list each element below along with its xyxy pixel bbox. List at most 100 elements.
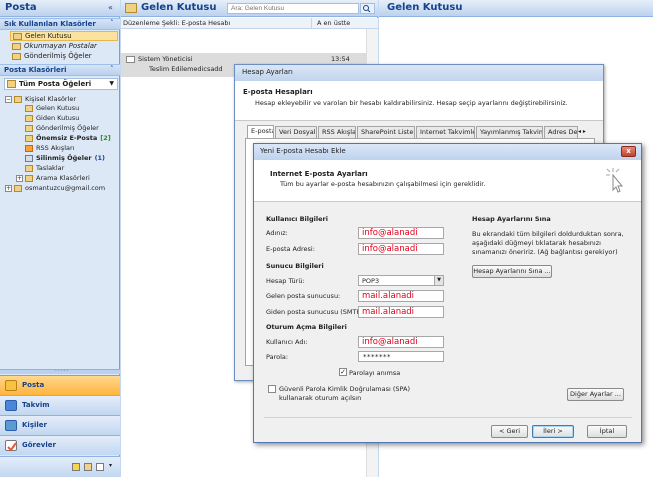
- tab-published-calendars[interactable]: Yayımlanmış Takvimler: [476, 126, 543, 138]
- tab-internet-calendars[interactable]: Internet Takvimleri: [416, 126, 475, 138]
- favorites-header-label: Sık Kullanılan Klasörler: [4, 20, 96, 28]
- chevron-up-icon[interactable]: ˄: [110, 19, 114, 27]
- tasks-icon: [5, 440, 17, 452]
- account-settings-header: E-posta Hesapları Hesap ekleyebilir ve v…: [235, 81, 603, 121]
- outgoing-server-field[interactable]: mail.alanadi: [358, 306, 444, 318]
- tab-data-files[interactable]: Veri Dosyaları: [275, 126, 317, 138]
- configure-buttons-icon[interactable]: ▾: [109, 462, 112, 469]
- section-description: Tüm bu ayarlar e-posta hesabınızın çalış…: [280, 180, 486, 188]
- favorite-label: Gelen Kutusu: [25, 32, 72, 40]
- tree-label: Arama Klasörleri: [36, 174, 90, 182]
- section-heading: Internet E-posta Ayarları: [270, 170, 368, 178]
- account-settings-titlebar[interactable]: Hesap Ayarları: [235, 65, 603, 81]
- mail-folders-header-label: Posta Klasörleri: [4, 66, 67, 74]
- mail-folders-header[interactable]: Posta Klasörleri ˄: [0, 64, 120, 76]
- tree-label: Giden Kutusu: [36, 114, 80, 122]
- tree-label: Silinmiş Öğeler (1): [36, 154, 106, 162]
- test-account-settings-button[interactable]: Hesap Ayarlarını Sına ...: [472, 265, 552, 278]
- tab-rss-feeds[interactable]: RSS Akışları: [318, 126, 356, 138]
- expand-icon[interactable]: +: [16, 175, 23, 182]
- dialog-header: Internet E-posta Ayarları Tüm bu ayarlar…: [254, 160, 641, 202]
- more-settings-button[interactable]: Diğer Ayarlar ...: [567, 388, 624, 401]
- mail-items-icon: [7, 80, 16, 88]
- mail-icon: [5, 380, 17, 391]
- search-icon: [363, 5, 371, 13]
- user-info-heading: Kullanıcı Bilgileri: [266, 215, 328, 223]
- favorite-label: Gönderilmiş Öğeler: [24, 52, 92, 60]
- incoming-server-field[interactable]: mail.alanadi: [358, 290, 444, 302]
- personal-folders-icon: [14, 96, 22, 103]
- collapse-icon[interactable]: −: [5, 96, 12, 103]
- favorite-item-unread[interactable]: Okunmayan Postalar: [10, 42, 118, 52]
- notes-icon[interactable]: [72, 463, 80, 471]
- message-subject: Teslim Edilemedicsadd: [149, 65, 223, 73]
- test-settings-heading: Hesap Ayarlarını Sına: [472, 215, 551, 223]
- chevron-up-icon[interactable]: ˄: [110, 65, 114, 73]
- cancel-button[interactable]: İptal: [587, 425, 627, 438]
- favorites-header[interactable]: Sık Kullanılan Klasörler ˄: [0, 18, 120, 30]
- password-field[interactable]: *******: [358, 351, 444, 362]
- nav-splitter[interactable]: ·····: [0, 368, 120, 375]
- email-field[interactable]: info@alanadi: [358, 243, 444, 255]
- tab-email[interactable]: E-posta: [247, 125, 274, 138]
- tree-item-rss[interactable]: RSS Akışları: [25, 144, 117, 153]
- nav-button-mail[interactable]: Posta: [0, 375, 120, 395]
- divider: [264, 417, 632, 418]
- tree-item-search-folders[interactable]: + Arama Klasörleri: [16, 174, 117, 183]
- dialog-titlebar[interactable]: Yeni E-posta Hesabı Ekle x: [254, 144, 641, 160]
- password-label: Parola:: [266, 353, 289, 361]
- nav-button-label: Takvim: [22, 401, 50, 409]
- deleted-items-icon: [25, 155, 33, 162]
- tab-address-books[interactable]: Adres De: [544, 126, 578, 138]
- expand-icon[interactable]: +: [5, 185, 12, 192]
- tree-item-junk[interactable]: Önemsiz E-Posta [2]: [25, 134, 117, 143]
- tab-scroll-arrows[interactable]: ◂ ▸: [578, 128, 586, 135]
- tree-item-account[interactable]: + osmantuzcu@gmail.com: [5, 184, 114, 193]
- account-type-select[interactable]: POP3 ▼: [358, 275, 444, 286]
- arrange-bar[interactable]: Düzenleme Şekli: E-posta Hesabı A en üst…: [121, 18, 378, 29]
- tree-item-inbox[interactable]: Gelen Kutusu: [25, 104, 117, 113]
- spa-label: Güvenli Parola Kimlik Doğrulaması (SPA) …: [279, 385, 411, 402]
- inbox-icon: [25, 105, 33, 112]
- collapse-nav-button[interactable]: «: [108, 3, 113, 12]
- sort-order-label[interactable]: A en üstte: [317, 19, 350, 27]
- section-description: Hesap ekleyebilir ve varolan bir hesabı …: [255, 99, 568, 107]
- tree-item-personal-folders[interactable]: − Kişisel Klasörler: [5, 95, 114, 104]
- outgoing-server-label: Giden posta sunucusu (SMTP):: [266, 308, 366, 316]
- nav-button-contacts[interactable]: Kişiler: [0, 415, 120, 435]
- search-button[interactable]: [360, 3, 375, 14]
- dropdown-arrow-icon[interactable]: ▼: [109, 80, 114, 87]
- nav-button-calendar[interactable]: Takvim: [0, 395, 120, 415]
- name-field[interactable]: info@alanadi: [358, 227, 444, 239]
- spa-checkbox[interactable]: [268, 385, 276, 393]
- close-button[interactable]: x: [621, 146, 636, 157]
- username-field[interactable]: info@alanadi: [358, 336, 444, 348]
- tree-item-drafts[interactable]: Taslaklar: [25, 164, 117, 173]
- nav-button-tasks[interactable]: Görevler: [0, 435, 120, 455]
- dialog-title: Yeni E-posta Hesabı Ekle: [260, 147, 346, 155]
- tree-item-sent[interactable]: Gönderilmiş Öğeler: [25, 124, 117, 133]
- remember-password-checkbox[interactable]: ✓: [339, 368, 347, 376]
- reading-title: Gelen Kutusu: [387, 2, 463, 13]
- remember-password-label: Parolayı anımsa: [349, 369, 401, 377]
- cursor-click-icon: [602, 166, 628, 194]
- search-input[interactable]: [227, 3, 359, 14]
- envelope-icon: [126, 56, 135, 63]
- tree-item-outbox[interactable]: Giden Kutusu: [25, 114, 117, 123]
- all-mail-items-dropdown[interactable]: Tüm Posta Öğeleri ▼: [4, 78, 118, 90]
- arrange-by-label[interactable]: Düzenleme Şekli: E-posta Hesabı: [123, 19, 230, 27]
- folder-list-icon[interactable]: [84, 463, 92, 471]
- server-info-heading: Sunucu Bilgileri: [266, 262, 324, 270]
- deleted-count: (1): [94, 154, 106, 162]
- shortcuts-icon[interactable]: [96, 463, 104, 471]
- dropdown-arrow-icon[interactable]: ▼: [434, 276, 443, 285]
- tab-sharepoint-lists[interactable]: SharePoint Listeleri: [357, 126, 415, 138]
- drafts-icon: [25, 165, 33, 172]
- favorite-item-sent[interactable]: Gönderilmiş Öğeler: [10, 52, 118, 62]
- tree-item-deleted[interactable]: Silinmiş Öğeler (1): [25, 154, 117, 163]
- back-button[interactable]: < Geri: [491, 425, 528, 438]
- account-settings-tabs: E-posta Veri Dosyaları RSS Akışları Shar…: [245, 125, 595, 138]
- outbox-icon: [25, 115, 33, 122]
- favorite-item-inbox[interactable]: Gelen Kutusu: [10, 31, 118, 41]
- next-button[interactable]: İleri >: [532, 425, 574, 438]
